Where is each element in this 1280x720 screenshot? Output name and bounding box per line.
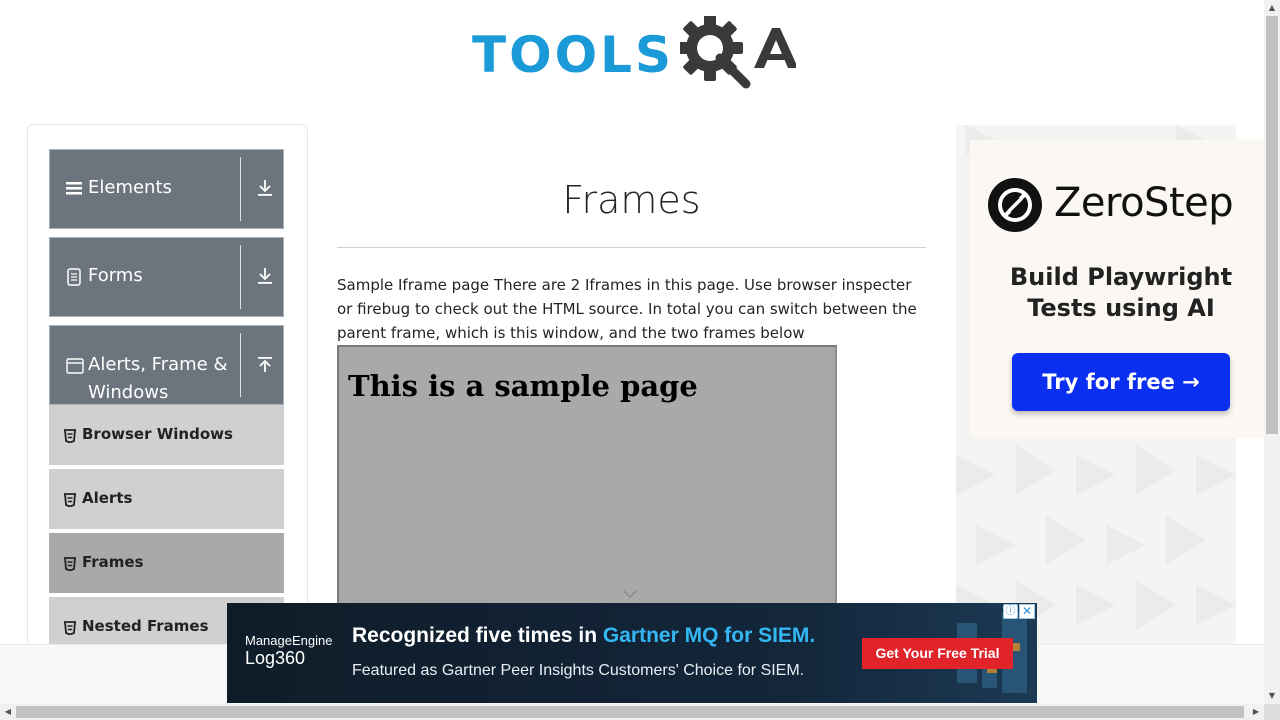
sidebar-group-label: Alerts, Frame & Windows bbox=[88, 354, 228, 403]
sample-iframe[interactable]: This is a sample page bbox=[337, 345, 837, 645]
upload-arrow-icon[interactable] bbox=[256, 356, 274, 381]
ad-subline: Featured as Gartner Peer Insights Custom… bbox=[352, 662, 805, 679]
divider bbox=[240, 333, 241, 397]
ad-close-icon[interactable]: ✕ bbox=[1019, 604, 1035, 619]
vertical-scroll-thumb[interactable] bbox=[1266, 16, 1278, 434]
document-icon bbox=[66, 268, 82, 290]
zerostep-tagline: Build Playwright Tests using AI bbox=[1009, 263, 1233, 322]
sidebar-item-browser-windows[interactable]: Browser Windows bbox=[49, 405, 284, 467]
divider bbox=[240, 157, 241, 221]
sidebar-item-frames[interactable]: Frames bbox=[49, 533, 284, 595]
toolsqa-logo[interactable]: TOOLS bbox=[472, 16, 796, 90]
log360-logo-text: Log360 bbox=[245, 648, 306, 668]
chevron-down-icon[interactable] bbox=[622, 588, 638, 600]
ad-info-icon[interactable]: ⓘ bbox=[1003, 604, 1018, 619]
sidebar-group-alerts-frame-windows[interactable]: Alerts, Frame & Windows bbox=[49, 325, 284, 405]
get-free-trial-button[interactable]: Get Your Free Trial bbox=[862, 638, 1013, 669]
html5-icon bbox=[64, 429, 76, 443]
zerostep-logo-icon bbox=[988, 178, 1042, 232]
sidebar-item-label: Nested Frames bbox=[82, 617, 209, 635]
window-icon bbox=[66, 358, 84, 378]
try-for-free-button[interactable]: Try for free → bbox=[1012, 353, 1230, 411]
scroll-up-icon[interactable]: ▲ bbox=[1264, 0, 1280, 16]
sidebar-group-label: Forms bbox=[88, 265, 143, 286]
ad-headline-prefix: Recognized five times in bbox=[352, 624, 603, 647]
vertical-scrollbar[interactable]: ▲ ▼ bbox=[1264, 0, 1280, 704]
manageengine-logo-text: ManageEngine bbox=[245, 633, 333, 648]
page-title: Frames bbox=[562, 178, 701, 222]
sidebar-item-label: Frames bbox=[82, 553, 144, 571]
scrollbar-corner bbox=[1264, 704, 1280, 720]
ad-headline: Recognized five times in Gartner MQ for … bbox=[352, 624, 815, 648]
divider bbox=[240, 245, 241, 309]
horizontal-scroll-thumb[interactable] bbox=[16, 706, 1244, 718]
iframe-heading: This is a sample page bbox=[348, 369, 698, 403]
download-arrow-icon[interactable] bbox=[256, 266, 274, 291]
html5-icon bbox=[64, 557, 76, 571]
hamburger-icon bbox=[66, 180, 82, 200]
scroll-right-icon[interactable]: ▶ bbox=[1248, 704, 1264, 720]
sidebar-group-label: Elements bbox=[88, 177, 172, 198]
page: TOOLS Elements Forms Alerts, Frame & Win… bbox=[0, 0, 1280, 720]
sidebar-group-forms[interactable]: Forms bbox=[49, 237, 284, 317]
ad-headline-highlight: Gartner MQ for SIEM. bbox=[602, 624, 816, 647]
logo-gear-qa-icon bbox=[680, 16, 796, 89]
sidebar-item-label: Browser Windows bbox=[82, 425, 233, 443]
bottom-ad-banner[interactable]: ManageEngine Log360 Recognized five time… bbox=[227, 603, 1037, 703]
download-arrow-icon[interactable] bbox=[256, 178, 274, 203]
sidebar-group-elements[interactable]: Elements bbox=[49, 149, 284, 229]
scroll-down-icon[interactable]: ▼ bbox=[1264, 688, 1280, 704]
sidebar-menu: Elements Forms Alerts, Frame & Windows B… bbox=[27, 124, 308, 664]
html5-icon bbox=[64, 493, 76, 507]
scroll-left-icon[interactable]: ◀ bbox=[0, 704, 16, 720]
horizontal-scrollbar[interactable]: ◀ ▶ bbox=[0, 704, 1264, 720]
sidebar-item-label: Alerts bbox=[82, 489, 133, 507]
page-description: Sample Iframe page There are 2 Iframes i… bbox=[337, 276, 917, 342]
zerostep-brand: ZeroStep bbox=[1054, 180, 1234, 226]
sidebar-item-alerts[interactable]: Alerts bbox=[49, 469, 284, 531]
title-divider bbox=[337, 247, 926, 248]
logo-tools-text: TOOLS bbox=[472, 26, 674, 84]
html5-icon bbox=[64, 621, 76, 635]
